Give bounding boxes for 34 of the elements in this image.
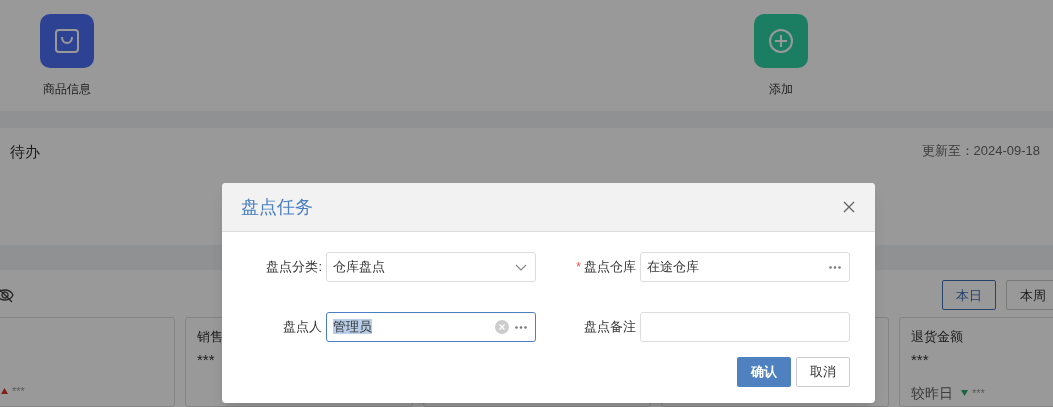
field-label: 盘点仓库 bbox=[584, 258, 636, 277]
update-time: 更新至：2024-09-18 bbox=[921, 141, 1040, 160]
card-label: 退货金额 bbox=[911, 328, 964, 346]
shortcut-label: 添加 bbox=[769, 81, 793, 98]
section-title: 待办 bbox=[10, 141, 40, 162]
card-value: *** bbox=[197, 350, 216, 370]
input-field[interactable] bbox=[640, 312, 850, 342]
input-field[interactable]: 在途仓库 bbox=[640, 252, 850, 282]
add-icon bbox=[768, 28, 794, 54]
close-icon[interactable] bbox=[843, 201, 855, 213]
confirm-button[interactable]: 确认 bbox=[737, 357, 791, 387]
shortcut-tile[interactable] bbox=[40, 14, 94, 68]
card-value: *** bbox=[911, 350, 930, 370]
period-tab[interactable]: 本周 bbox=[1006, 280, 1053, 311]
period-tab[interactable]: 本日 bbox=[942, 280, 996, 311]
more-icon[interactable] bbox=[515, 325, 527, 329]
input-field[interactable]: 管理员 bbox=[326, 312, 536, 342]
required-mark: * bbox=[576, 259, 581, 276]
compare-label: 较昨日 bbox=[911, 384, 953, 403]
field-label: 盘点备注 bbox=[584, 318, 636, 337]
card-delta: *** bbox=[12, 384, 25, 399]
more-icon[interactable] bbox=[829, 265, 841, 269]
card-label: 销售 bbox=[197, 328, 224, 346]
shortcut-label: 商品信息 bbox=[43, 81, 91, 98]
chevron-down-icon bbox=[515, 263, 527, 271]
hidden-eye-icon[interactable] bbox=[0, 287, 14, 304]
field-label: 盘点分类: bbox=[266, 258, 322, 277]
shortcut-tile[interactable] bbox=[754, 14, 808, 68]
card-delta: *** bbox=[972, 386, 985, 402]
cancel-button[interactable]: 取消 bbox=[796, 357, 850, 387]
dialog-title: 盘点任务 bbox=[241, 195, 313, 219]
bag-icon bbox=[54, 28, 80, 54]
select-field[interactable]: 仓库盘点 bbox=[326, 252, 536, 282]
field-label: 盘点人 bbox=[283, 318, 322, 337]
